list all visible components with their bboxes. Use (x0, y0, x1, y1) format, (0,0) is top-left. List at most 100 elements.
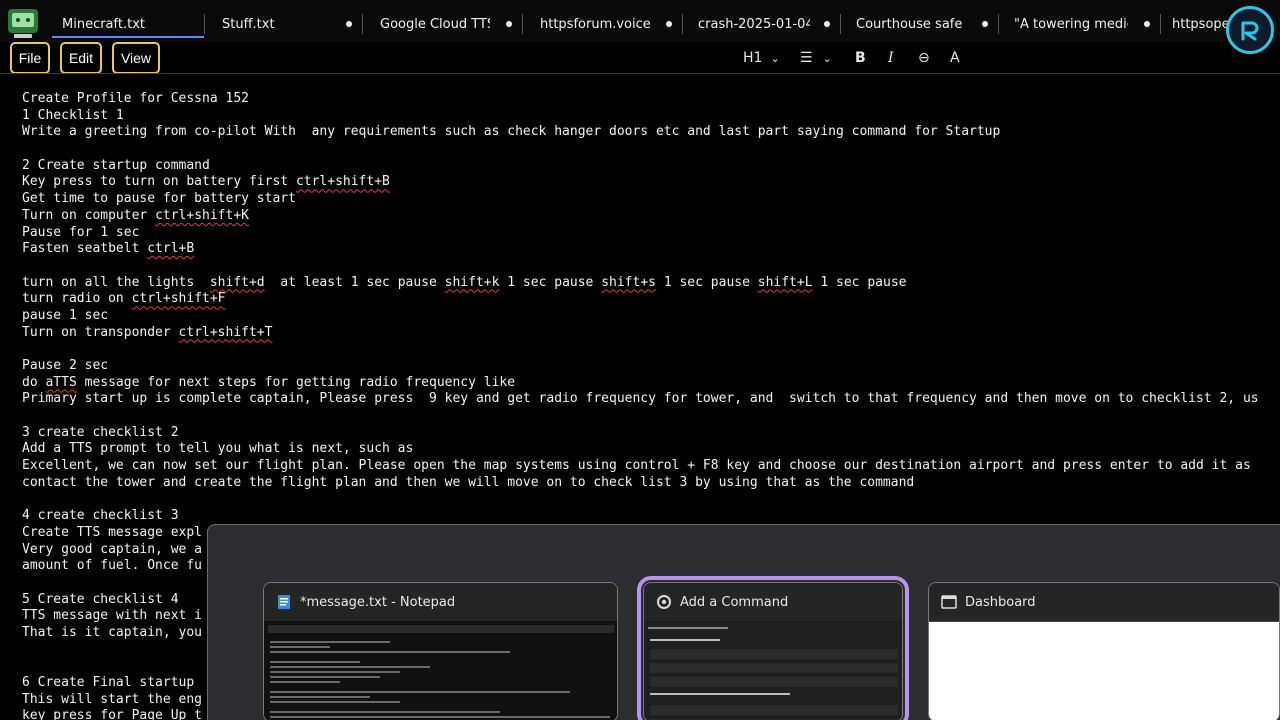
edit-menu-button[interactable]: Edit (60, 42, 102, 74)
editor-line: Excellent, we can now set our flight pla… (22, 458, 1280, 475)
editor-text: 6 Create Final startup (22, 675, 195, 691)
editor-text: 2 Create startup command (22, 157, 210, 173)
window-icon (941, 594, 957, 610)
tab-bar: Minecraft.txt Stuff.txt Google Cloud TTS… (0, 0, 1280, 42)
bold-icon: B (855, 50, 866, 66)
editor-text: do (22, 374, 46, 390)
switcher-card-notepad[interactable]: *message.txt - Notepad (263, 582, 618, 720)
tab-courthouse-safe[interactable]: Courthouse safe 86 0 (846, 10, 998, 38)
editor-line: Write a greeting from co-pilot With any … (22, 124, 1280, 141)
tab-label: crash-2025-01-04_10. (698, 16, 810, 32)
heading-level: H1 (743, 50, 763, 66)
link-button[interactable]: ⊖ (918, 47, 930, 69)
tab-stuff[interactable]: Stuff.txt (212, 10, 362, 38)
tab-google-cloud-tts[interactable]: Google Cloud TTS AF (370, 10, 522, 38)
editor-line: Get time to pause for battery start (22, 191, 1280, 208)
recording-badge-icon (1226, 6, 1274, 54)
tab-separator (522, 14, 523, 34)
editor-text: amount of fuel. Once fu (22, 558, 203, 574)
editor-text: That is it captain, you (22, 625, 203, 640)
modified-dot-icon (666, 21, 672, 27)
editor-text: Primary start up is complete captain, Pl… (22, 391, 1259, 407)
card-header: *message.txt - Notepad (264, 583, 617, 621)
clear-format-icon: A (950, 50, 960, 66)
switcher-card-add-command[interactable]: Add a Command (637, 576, 909, 720)
tab-crash-log[interactable]: crash-2025-01-04_10. (688, 10, 840, 38)
tab-label: "A towering medieva (1014, 16, 1128, 32)
clear-format-button[interactable]: A (950, 47, 960, 69)
editor-text: 1 sec pause (499, 274, 602, 290)
editor-text: Get time to pause for battery start (22, 191, 296, 207)
editor-line: Primary start up is complete captain, Pl… (22, 391, 1280, 408)
card-preview (264, 621, 617, 720)
italic-button[interactable]: I (888, 47, 894, 69)
editor-text: Pause 2 sec (22, 358, 109, 373)
gear-icon (656, 594, 672, 610)
editor-line: turn on all the lights shift+d at least … (22, 275, 1280, 292)
editor-text: 1 sec pause (812, 274, 907, 290)
tab-separator (682, 14, 683, 34)
editor-line: Add a TTS prompt to tell you what is nex… (22, 441, 1280, 458)
bold-button[interactable]: B (855, 47, 866, 69)
editor-line: 3 create checklist 2 (22, 425, 1280, 442)
card-title: Add a Command (680, 594, 789, 610)
tab-label: httpsforum.voiceatta (540, 16, 650, 32)
misspelled-text: shift+k (444, 274, 500, 290)
tab-separator (998, 14, 999, 34)
tab-separator (204, 14, 205, 34)
card-preview (644, 621, 902, 720)
list-dropdown[interactable]: ☰ ⌄ (800, 47, 832, 69)
card-preview (929, 621, 1279, 720)
editor-text: Create Profile for Cessna 152 (22, 91, 249, 106)
toolbar-divider (0, 73, 1280, 74)
tab-towering-medieval[interactable]: "A towering medieva (1004, 10, 1160, 38)
editor-text: Key press to turn on battery first (22, 174, 296, 190)
editor-text: pause 1 sec (22, 307, 109, 323)
editor-text: Turn on transponder (22, 324, 179, 340)
misspelled-text: aTTS (45, 374, 77, 390)
heading-dropdown[interactable]: H1 ⌄ (743, 47, 780, 69)
card-title: Dashboard (965, 594, 1036, 610)
editor-text: Turn on computer (22, 207, 156, 223)
modified-dot-icon (824, 21, 830, 27)
tab-separator (362, 14, 363, 34)
editor-line: contact the tower and create the flight … (22, 475, 1280, 492)
editor-text: at least 1 sec pause (264, 274, 445, 290)
italic-icon: I (888, 50, 894, 66)
file-menu-button[interactable]: File (10, 42, 50, 74)
tab-label: Courthouse safe 86 0 (856, 16, 966, 32)
editor-line: Fasten seatbelt ctrl+B (22, 241, 1280, 258)
switcher-card-dashboard[interactable]: Dashboard (928, 582, 1280, 720)
editor-line: Pause 2 sec (22, 358, 1280, 375)
editor-line: turn radio on ctrl+shift+F (22, 291, 1280, 308)
misspelled-text: ctrl+shift+K (155, 207, 249, 223)
tab-separator (840, 14, 841, 34)
editor-text: This will start the eng (22, 691, 203, 707)
editor-text: TTS message with next i (22, 608, 203, 624)
misspelled-text: ctrl+B (147, 241, 195, 257)
tab-minecraft[interactable]: Minecraft.txt (52, 10, 204, 38)
misspelled-text: shift+s (601, 274, 656, 290)
card-header: Add a Command (644, 583, 902, 621)
view-menu-button[interactable]: View (112, 42, 160, 74)
editor-line: Create Profile for Cessna 152 (22, 91, 1280, 108)
editor-text: Pause for 1 sec (22, 224, 140, 240)
tab-label: Google Cloud TTS AF (380, 16, 490, 32)
tab-separator (1160, 14, 1161, 34)
editor-text: Fasten seatbelt (22, 241, 148, 257)
tab-label: httpsoper (1172, 16, 1230, 32)
editor-line: Turn on computer ctrl+shift+K (22, 208, 1280, 225)
editor-text: 1 Checklist 1 (22, 107, 124, 123)
notepad-icon (276, 594, 292, 610)
link-icon: ⊖ (918, 50, 930, 66)
tab-forum-voiceattack[interactable]: httpsforum.voiceatta (530, 10, 682, 38)
tab-label: Stuff.txt (222, 16, 275, 32)
tab-httpsoper[interactable]: httpsoper (1164, 10, 1230, 38)
card-header: Dashboard (929, 583, 1279, 621)
modified-dot-icon (506, 21, 512, 27)
